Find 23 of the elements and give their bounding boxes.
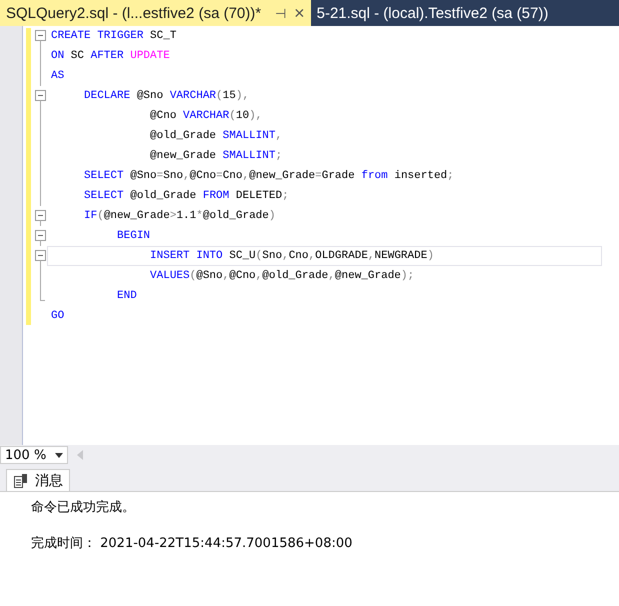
code-line: SELECT @Sno=Sno,@Cno=Cno,@new_Grade=Grade from inserted; <box>83 169 455 184</box>
code-line: @Cno VARCHAR(10), <box>149 109 264 124</box>
close-icon[interactable]: × <box>294 2 305 24</box>
caret-icon <box>55 452 63 458</box>
code-line: GO <box>50 309 66 324</box>
document-tab[interactable]: SQLQuery2.sql - (l...estfive2 (sa (70))* ⊣ × <box>0 0 311 26</box>
messages-tab[interactable]: 消息 <box>6 469 70 491</box>
code-line: AS <box>50 69 66 84</box>
code-line: CREATE TRIGGER SC_T <box>50 29 178 44</box>
code-line: BEGIN <box>116 229 152 244</box>
code-line: END <box>116 289 138 304</box>
code-line: VALUES(@Sno,@Cno,@old_Grade,@new_Grade); <box>149 269 416 284</box>
code-line: @old_Grade SMALLINT, <box>149 129 284 144</box>
code-line: ON SC AFTER UPDATE <box>50 49 171 64</box>
zoom-dropdown[interactable]: 100 % <box>0 446 68 464</box>
message-text: 完成时间： 2021-04-22T15:44:57.7001586+08:00 <box>31 535 352 553</box>
code-line: IF(@new_Grade>1.1*@old_Grade) <box>83 209 276 224</box>
code-line: SELECT @old_Grade FROM DELETED; <box>83 189 290 204</box>
code-line: DECLARE @Sno VARCHAR(15), <box>83 89 250 104</box>
pin-icon[interactable]: ⊣ <box>275 6 286 20</box>
document-icon <box>13 472 29 488</box>
message-text: 命令已成功完成。 <box>31 499 135 517</box>
code-line: @new_Grade SMALLINT; <box>149 149 284 164</box>
